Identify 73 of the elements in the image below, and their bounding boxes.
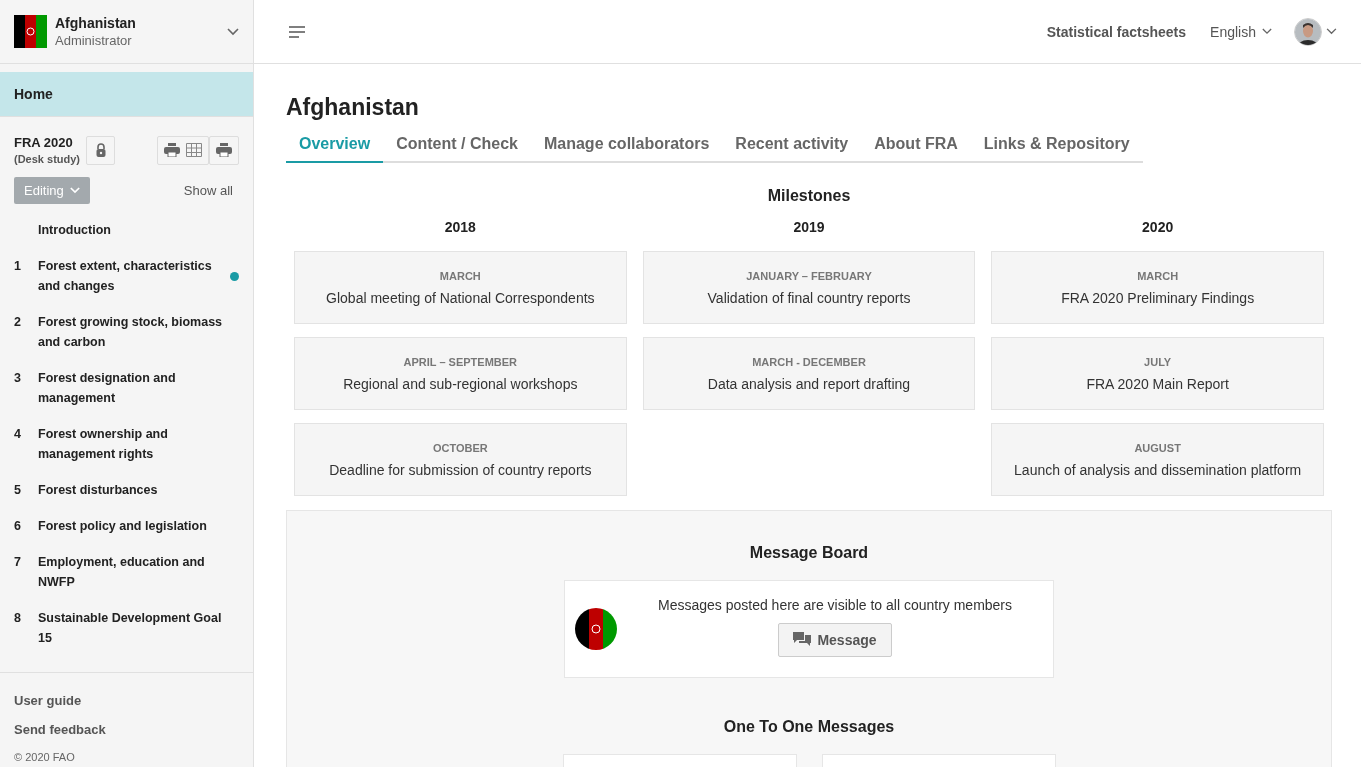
milestone-period: MARCH — [1137, 269, 1179, 282]
print-table-button[interactable] — [157, 135, 209, 165]
home-link[interactable]: Home — [0, 72, 253, 117]
section-number: 3 — [14, 370, 22, 387]
language-selector[interactable]: English — [1210, 23, 1272, 40]
country-name: Afghanistan — [55, 15, 137, 31]
milestone-text: Global meeting of National Correspondents — [326, 289, 595, 306]
section-number: 2 — [14, 314, 22, 331]
chevron-down-icon — [1262, 28, 1272, 35]
milestone-period: MARCH — [439, 269, 481, 282]
section-link[interactable]: Forest policy and legislation — [38, 516, 230, 536]
section-link[interactable]: Sustainable Development Goal 15 — [38, 608, 230, 648]
flag-icon — [14, 15, 47, 48]
milestone-text: Data analysis and report drafting — [707, 375, 911, 392]
chevron-down-icon[interactable] — [227, 27, 239, 36]
chat-icon — [793, 632, 812, 648]
milestone-text: FRA 2020 Preliminary Findings — [1061, 289, 1255, 306]
footer-link[interactable]: Send feedback — [14, 722, 239, 737]
section-heading: Message Board — [749, 544, 869, 562]
section-number: 8 — [14, 610, 22, 627]
lock-button[interactable] — [86, 135, 116, 165]
milestone-text: Launch of analysis and dissemination platform — [1014, 461, 1302, 478]
section-number: 4 — [14, 426, 22, 443]
milestone-text: Validation of final country reports — [707, 289, 911, 306]
milestone-period: JULY — [1144, 355, 1172, 368]
section-link[interactable]: Forest ownership and management rights — [38, 424, 230, 464]
section-link[interactable]: Forest designation and management — [38, 368, 230, 408]
page-title: Afghanistan — [286, 94, 420, 121]
section-number: 7 — [14, 554, 22, 571]
year-heading: 2019 — [792, 219, 826, 235]
milestone-period: JANUARY – FEBRUARY — [746, 269, 872, 282]
milestone-text: FRA 2020 Main Report — [1086, 375, 1229, 392]
lock-icon — [95, 143, 106, 157]
menu-icon[interactable] — [289, 25, 305, 38]
year-heading: 2020 — [1141, 219, 1175, 235]
flag-icon — [575, 608, 617, 650]
tab[interactable]: Links & Repository — [970, 131, 1143, 163]
table-icon — [186, 143, 202, 157]
message-button[interactable]: Message — [778, 623, 892, 657]
chevron-down-icon[interactable] — [1326, 28, 1337, 35]
printer-icon — [216, 143, 232, 157]
assessment-subtitle: (Desk study) — [14, 153, 81, 165]
milestone-text: Deadline for submission of country reports — [329, 461, 592, 478]
copyright-text: © 2020 FAO — [14, 751, 76, 763]
chevron-down-icon — [69, 187, 80, 194]
tab[interactable]: Content / Check — [383, 131, 531, 163]
milestone-period: APRIL – SEPTEMBER — [403, 355, 518, 368]
section-link[interactable]: Forest growing stock, biomass and carbon — [38, 312, 230, 352]
user-role: Administrator — [55, 33, 133, 48]
tab[interactable]: About FRA — [861, 131, 971, 163]
section-number: 1 — [14, 258, 22, 275]
milestone-period: MARCH - DECEMBER — [752, 355, 866, 368]
milestone-text: Regional and sub-regional workshops — [343, 375, 578, 392]
section-number: 6 — [14, 518, 22, 535]
show-all-link[interactable]: Show all — [183, 183, 233, 198]
printer-icon — [164, 143, 180, 157]
section-link[interactable]: Forest extent, characteristics and changes — [38, 256, 230, 296]
section-heading: One To One Messages — [723, 718, 895, 736]
board-info-text: Messages posted here are visible to all country members — [657, 597, 1013, 613]
section-number: 5 — [14, 482, 22, 499]
print-button[interactable] — [209, 135, 239, 165]
tab[interactable]: Manage collaborators — [530, 131, 723, 163]
assessment-title: FRA 2020 — [14, 135, 74, 150]
factsheets-link[interactable]: Statistical factsheets — [1046, 23, 1187, 40]
section-heading: Milestones — [766, 187, 852, 205]
tab[interactable]: Recent activity — [722, 131, 862, 163]
milestone-period: OCTOBER — [432, 441, 488, 454]
year-heading: 2018 — [443, 219, 477, 235]
footer-link[interactable]: User guide — [14, 693, 239, 708]
section-link[interactable]: Employment, education and NWFP — [38, 552, 230, 592]
section-link[interactable]: Introduction — [38, 220, 230, 240]
milestone-period: AUGUST — [1134, 441, 1181, 454]
section-link[interactable]: Forest disturbances — [38, 480, 230, 500]
